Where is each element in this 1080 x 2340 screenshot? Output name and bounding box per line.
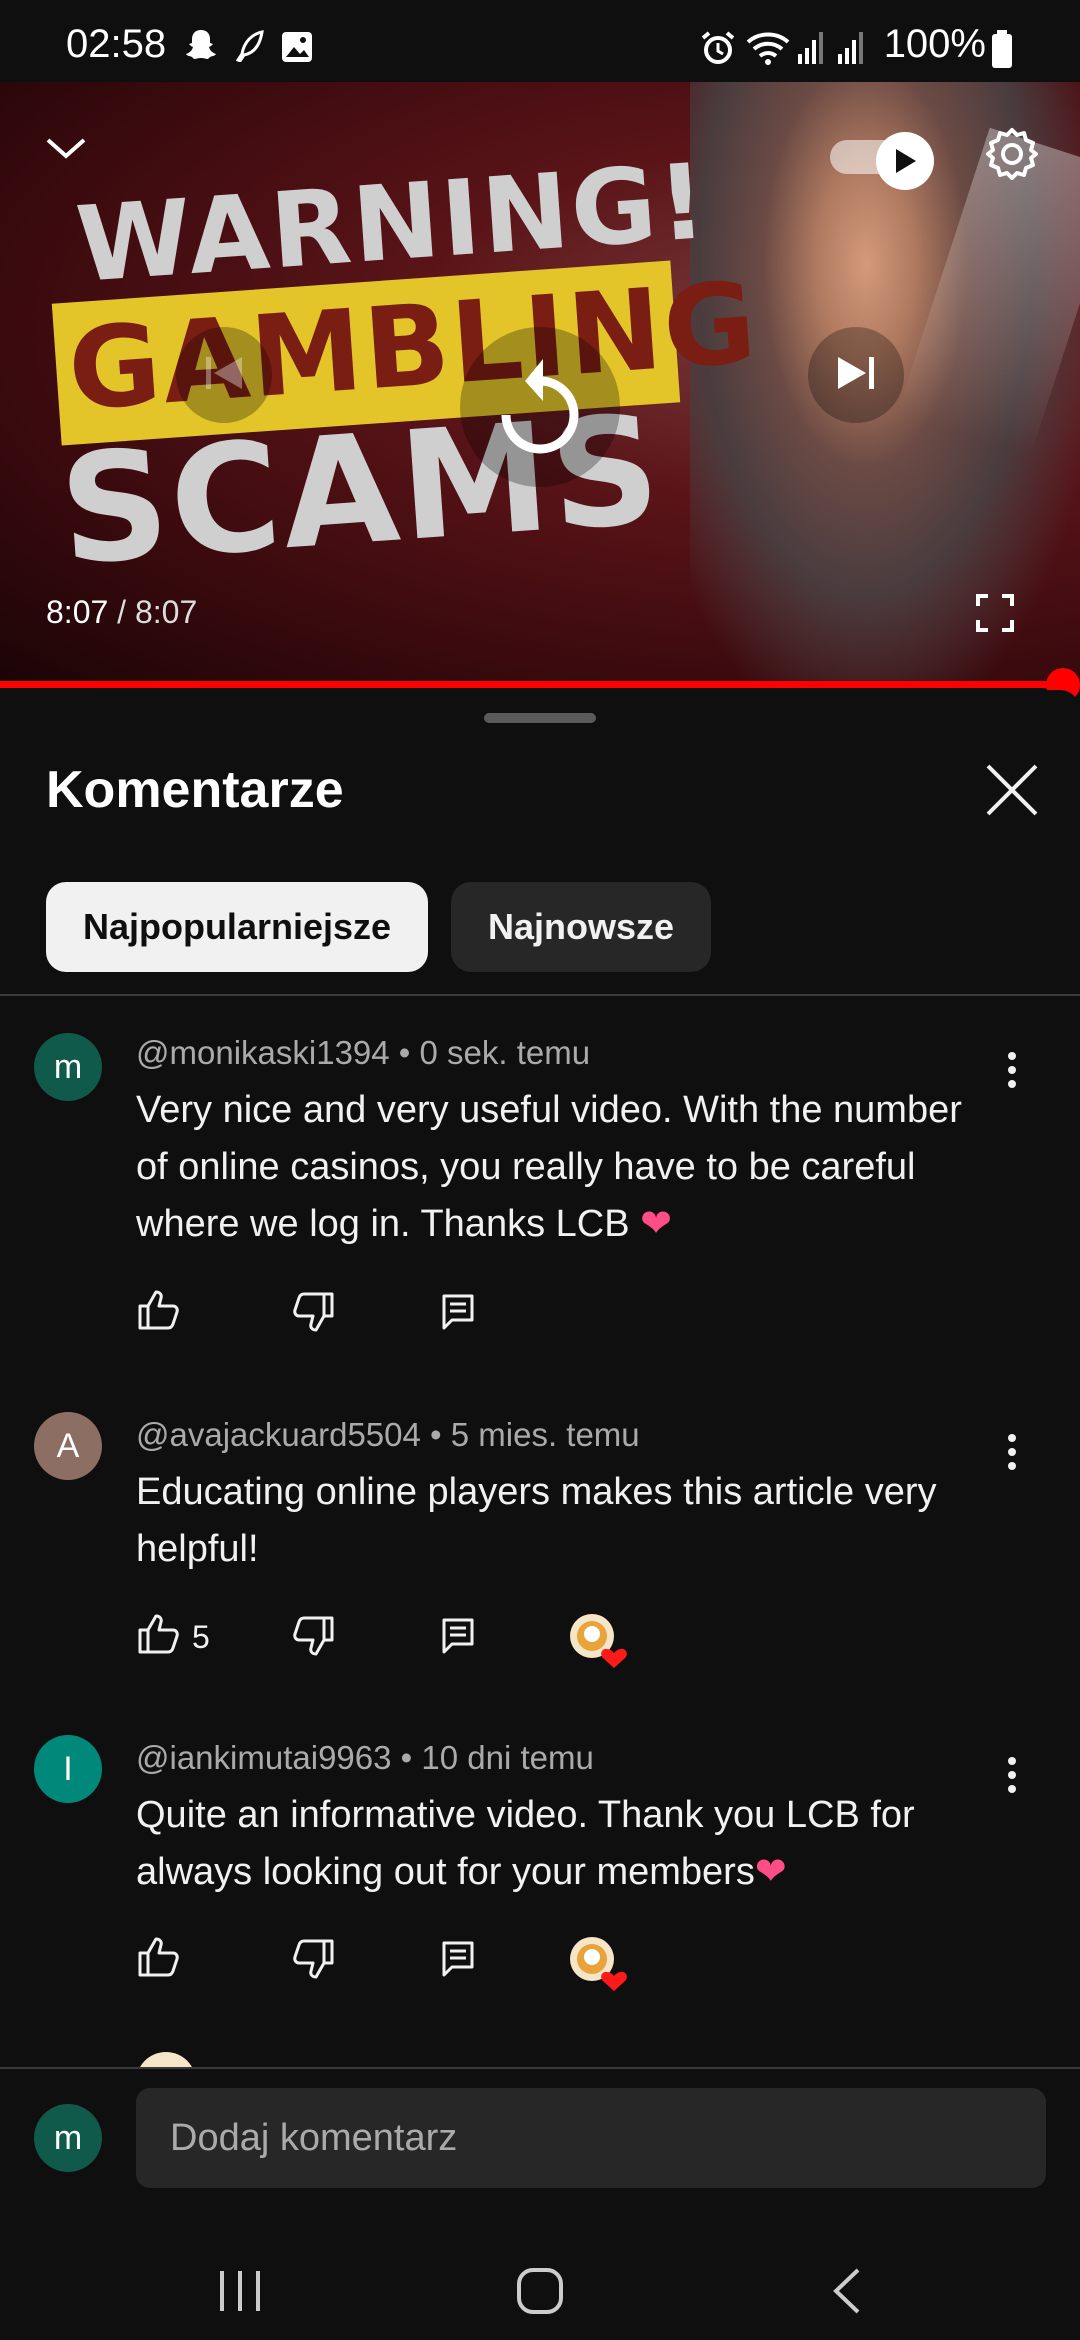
chip-newest[interactable]: Najnowsze	[451, 882, 711, 972]
system-nav-bar	[0, 2219, 1080, 2340]
comment-item: I @iankimutai9963 • 10 dni temu Quite an…	[0, 1735, 1080, 2015]
comment-line-text: where we log in. Thanks LCB	[136, 1203, 630, 1245]
comment-line: of online casinos, you really have to be…	[136, 1146, 916, 1188]
replay-icon	[497, 355, 583, 460]
comment-line: Educating online players makes this arti…	[136, 1471, 937, 1513]
like-icon[interactable]	[136, 1290, 180, 1335]
current-time: 8:07	[46, 594, 109, 630]
dislike-icon[interactable]	[292, 1939, 336, 1984]
comment-time: 0 sek. temu	[419, 1034, 591, 1071]
comment-author[interactable]: @avajackuard5504	[136, 1416, 421, 1453]
divider	[0, 994, 1080, 996]
comment-item: m @monikaski1394 • 0 sek. temu Very nice…	[0, 1030, 1080, 1360]
battery-icon	[990, 30, 1014, 75]
chip-top-comments[interactable]: Najpopularniejsze	[46, 882, 428, 972]
comment-meta: @iankimutai9963 • 10 dni temu	[136, 1739, 594, 1777]
sheet-drag-handle[interactable]	[484, 713, 596, 723]
status-bar: 02:58 100%	[0, 0, 1080, 82]
comment-line: always looking out for your members❤	[136, 1844, 1016, 1901]
comment-line: Quite an informative video. Thank you LC…	[136, 1794, 915, 1836]
snapchat-icon	[184, 28, 218, 67]
previous-icon	[202, 353, 246, 398]
dislike-icon[interactable]	[292, 1616, 336, 1661]
heart-emoji: ❤	[640, 1203, 672, 1245]
more-options-icon[interactable]	[1006, 1050, 1018, 1095]
home-icon[interactable]	[516, 2267, 564, 2320]
avatar[interactable]: I	[34, 1735, 102, 1803]
comment-author[interactable]: @monikaski1394	[136, 1034, 390, 1071]
more-options-icon[interactable]	[1006, 1755, 1018, 1800]
back-icon[interactable]	[830, 2267, 862, 2320]
creator-heart-icon	[568, 1935, 628, 1996]
next-comment-avatar-partial	[136, 2052, 196, 2067]
feather-icon	[235, 30, 266, 67]
alarm-icon	[700, 30, 736, 71]
add-comment-input[interactable]: Dodaj komentarz	[136, 2088, 1046, 2188]
close-icon[interactable]	[984, 762, 1040, 823]
comment-time: 10 dni temu	[421, 1739, 594, 1776]
next-icon	[834, 353, 878, 398]
comments-title: Komentarze	[46, 761, 344, 819]
fullscreen-icon[interactable]	[976, 594, 1014, 637]
like-icon[interactable]	[136, 1937, 180, 1982]
autoplay-toggle[interactable]	[830, 132, 934, 190]
comment-meta: @avajackuard5504 • 5 mies. temu	[136, 1416, 640, 1454]
comment-text: Quite an informative video. Thank you LC…	[136, 1787, 1016, 1901]
settings-gear-icon[interactable]	[984, 126, 1040, 187]
next-button[interactable]	[808, 327, 904, 423]
minimize-chevron-icon[interactable]	[44, 132, 88, 169]
like-count: 5	[192, 1619, 210, 1655]
time-separator: /	[108, 594, 135, 630]
status-time: 02:58	[66, 22, 167, 66]
reply-icon[interactable]	[442, 1618, 474, 1659]
meta-separator: •	[389, 1034, 420, 1071]
comment-line: helpful!	[136, 1528, 259, 1570]
recent-apps-icon[interactable]	[218, 2269, 262, 2318]
battery-percentage: 100%	[883, 22, 986, 66]
heart-emoji: ❤	[754, 1851, 787, 1893]
meta-separator: •	[420, 1416, 451, 1453]
signal-icon	[796, 30, 872, 71]
time-display: 8:07 / 8:07	[46, 594, 197, 631]
video-duration: 8:07	[134, 594, 198, 630]
previous-button[interactable]	[176, 327, 272, 423]
comment-text: Very nice and very useful video. With th…	[136, 1082, 1016, 1253]
autoplay-play-icon	[876, 132, 934, 190]
creator-heart-icon	[568, 1612, 628, 1673]
reply-icon[interactable]	[442, 1294, 474, 1335]
more-options-icon[interactable]	[1006, 1432, 1018, 1477]
wifi-icon	[744, 28, 792, 71]
meta-separator: •	[391, 1739, 422, 1776]
comment-line-text: always looking out for your members	[136, 1851, 755, 1893]
avatar[interactable]: A	[34, 1412, 102, 1480]
video-player[interactable]: WARNING! GAMBLING SCAMS 8:07 / 8:07	[0, 82, 1080, 688]
like-icon[interactable]	[136, 1614, 180, 1659]
comment-line: where we log in. Thanks LCB ❤	[136, 1196, 1016, 1253]
progress-bar[interactable]	[0, 681, 1062, 688]
avatar[interactable]: m	[34, 1033, 102, 1101]
comment-text: Educating online players makes this arti…	[136, 1464, 1016, 1578]
comment-meta: @monikaski1394 • 0 sek. temu	[136, 1034, 590, 1072]
comment-line: Very nice and very useful video. With th…	[136, 1089, 962, 1131]
gallery-icon	[280, 30, 314, 69]
comment-item: A @avajackuard5504 • 5 mies. temu Educat…	[0, 1412, 1080, 1692]
comment-author[interactable]: @iankimutai9963	[136, 1739, 391, 1776]
dislike-icon[interactable]	[292, 1292, 336, 1337]
reply-icon[interactable]	[442, 1941, 474, 1982]
comment-time: 5 mies. temu	[450, 1416, 640, 1453]
replay-button[interactable]	[460, 327, 620, 487]
avatar: m	[34, 2104, 102, 2172]
